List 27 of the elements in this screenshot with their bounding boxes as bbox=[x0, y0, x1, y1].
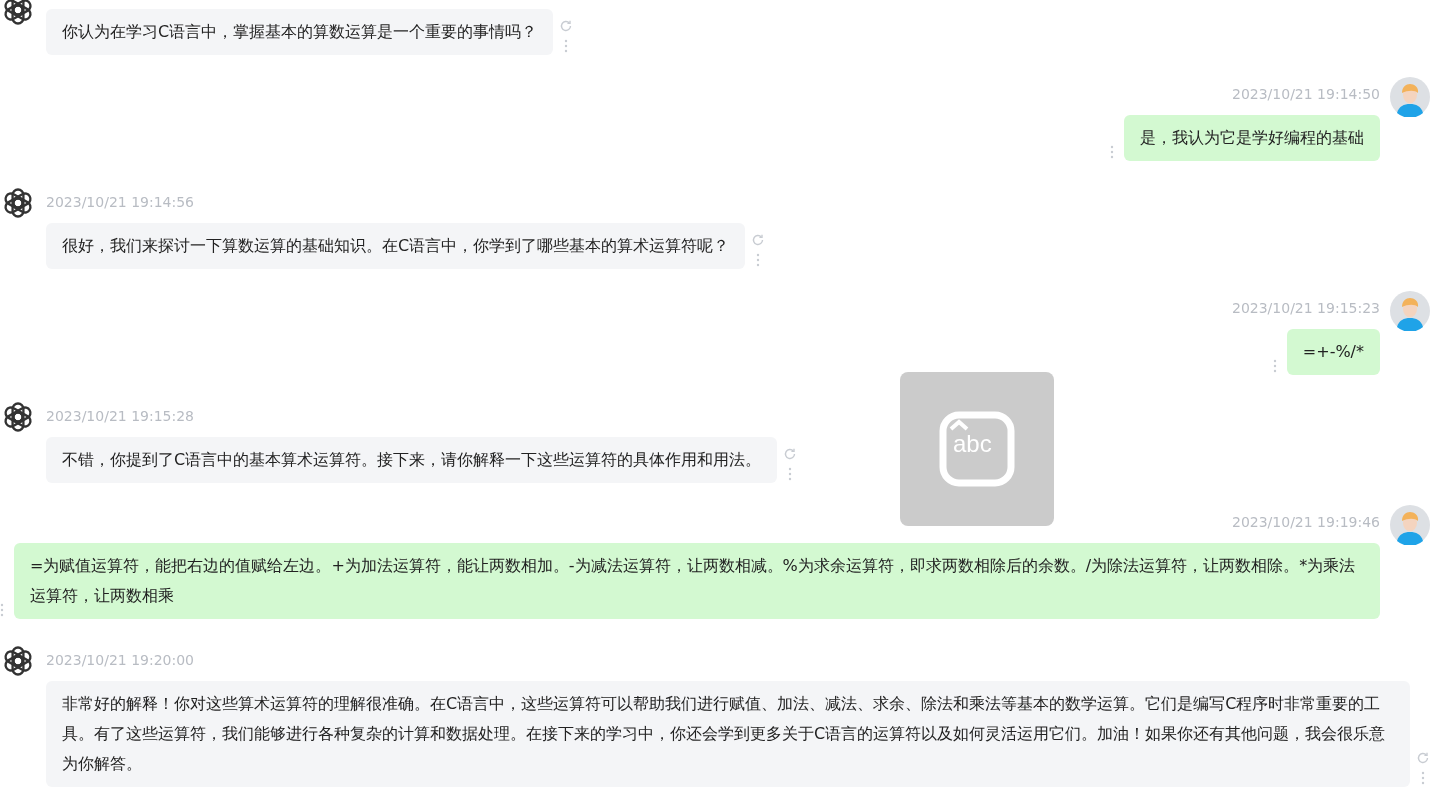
more-icon[interactable] bbox=[0, 603, 4, 617]
more-icon[interactable] bbox=[1272, 359, 1277, 373]
message-bubble: =为赋值运算符，能把右边的值赋给左边。+为加法运算符，能让两数相加。-为减法运算符，让两数相减。%为求余运算符，即求两数相除后的余数。/为除法运算符，让两数相除。*为乘法运算符，让两数相乘 bbox=[14, 543, 1380, 619]
refresh-icon[interactable] bbox=[559, 19, 574, 33]
more-icon[interactable] bbox=[756, 253, 761, 267]
more-icon[interactable] bbox=[564, 39, 569, 53]
message-bubble: 很好，我们来探讨一下算数运算的基础知识。在C语言中，你学到了哪些基本的算术运算符呢？ bbox=[46, 223, 746, 269]
timestamp: 2023/10/21 19:14:56 bbox=[46, 193, 196, 212]
timestamp: 2023/10/21 19:15:23 bbox=[1231, 299, 1380, 318]
message-bubble: 非常好的解释！你对这些算术运算符的理解很准确。在C语言中，这些运算符可以帮助我们进行赋值、加法、减法、求余、除法和乘法等基本的数学运算。它们是编写C程序时非常重要的工具。有了这些运算符，我们能够进行各种复杂的计算和数据处理。在接下来的学习中，你还会学到更多关于C语言的运算符以及如何灵活运用它们。加油！如果你还有其他问题，我会很乐意为你解答。 bbox=[46, 681, 1410, 787]
more-icon[interactable] bbox=[1110, 145, 1114, 159]
timestamp: 2023/10/21 19:15:28 bbox=[46, 407, 196, 426]
timestamp: 2023/10/21 19:19:46 bbox=[1231, 513, 1380, 532]
avatar-icon bbox=[1390, 291, 1430, 331]
refresh-icon[interactable] bbox=[751, 233, 766, 247]
refresh-icon[interactable] bbox=[1416, 751, 1430, 765]
refresh-icon[interactable] bbox=[783, 447, 798, 461]
message-bubble: =+-%/* bbox=[1286, 329, 1380, 375]
timestamp: 2023/10/21 19:14:50 bbox=[1231, 85, 1380, 104]
message-bubble: 你认为在学习C语言中，掌握基本的算数运算是一个重要的事情吗？ bbox=[46, 9, 554, 55]
message-bubble: 是，我认为它是学好编程的基础 bbox=[1124, 115, 1380, 161]
avatar-icon bbox=[1390, 505, 1430, 545]
timestamp: 2023/10/21 19:20:00 bbox=[46, 651, 196, 670]
more-icon[interactable] bbox=[1421, 771, 1425, 785]
avatar-icon bbox=[1390, 77, 1430, 117]
message-bubble: 不错，你提到了C语言中的基本算术运算符。接下来，请你解释一下这些运算符的具体作用和用法。 bbox=[46, 437, 778, 483]
more-icon[interactable] bbox=[788, 467, 793, 481]
